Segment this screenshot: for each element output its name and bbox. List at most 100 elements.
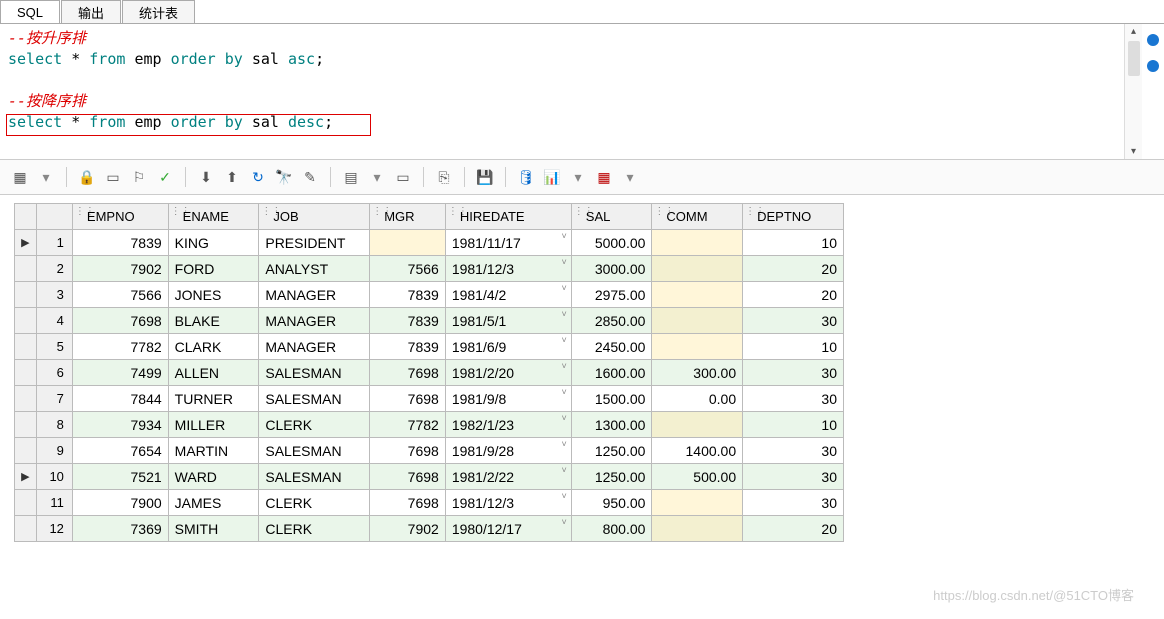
row-marker[interactable]: ▶ [15,230,37,256]
cell-comm[interactable]: 1400.00 [652,438,743,464]
lock-icon[interactable]: 🔒 [77,167,97,187]
cell-deptno[interactable]: 20 [743,516,844,542]
cell-comm[interactable]: 500.00 [652,464,743,490]
cell-comm[interactable] [652,308,743,334]
check-icon[interactable]: ✓ [155,167,175,187]
cell-job[interactable]: CLERK [259,490,370,516]
cell-ename[interactable]: MARTIN [168,438,259,464]
table-row[interactable]: 87934MILLERCLERK77821982/1/231300.0010 [15,412,844,438]
cell-empno[interactable]: 7698 [72,308,168,334]
cell-hiredate[interactable]: 1981/9/28 [445,438,571,464]
cell-mgr[interactable]: 7902 [370,516,446,542]
cell-deptno[interactable]: 10 [743,334,844,360]
cell-deptno[interactable]: 30 [743,308,844,334]
row-marker[interactable] [15,308,37,334]
cell-comm[interactable] [652,516,743,542]
cell-sal[interactable]: 1600.00 [571,360,652,386]
row-icon[interactable]: ▭ [393,167,413,187]
row-marker[interactable] [15,516,37,542]
cell-empno[interactable]: 7521 [72,464,168,490]
column-header[interactable]: ⋮⋮JOB [259,204,370,230]
row-number[interactable]: 9 [36,438,72,464]
cell-sal[interactable]: 2450.00 [571,334,652,360]
row-number[interactable]: 5 [36,334,72,360]
cell-comm[interactable] [652,230,743,256]
row-number[interactable]: 1 [36,230,72,256]
cell-hiredate[interactable]: 1981/12/3 [445,256,571,282]
cell-job[interactable]: SALESMAN [259,438,370,464]
column-header[interactable]: ⋮⋮COMM [652,204,743,230]
row-number[interactable]: 4 [36,308,72,334]
cell-deptno[interactable]: 20 [743,256,844,282]
cell-empno[interactable]: 7839 [72,230,168,256]
link-icon[interactable]: ⎘ [434,167,454,187]
cell-deptno[interactable]: 30 [743,464,844,490]
cell-job[interactable]: PRESIDENT [259,230,370,256]
scroll-thumb[interactable] [1128,41,1140,76]
cell-hiredate[interactable]: 1981/11/17 [445,230,571,256]
cell-hiredate[interactable]: 1981/9/8 [445,386,571,412]
cell-empno[interactable]: 7782 [72,334,168,360]
cell-job[interactable]: SALESMAN [259,386,370,412]
column-header[interactable] [36,204,72,230]
cell-deptno[interactable]: 30 [743,386,844,412]
cell-comm[interactable] [652,490,743,516]
dropdown-icon[interactable]: ▾ [367,167,387,187]
table-row[interactable]: 27902FORDANALYST75661981/12/33000.0020 [15,256,844,282]
column-header[interactable]: ⋮⋮MGR [370,204,446,230]
cell-job[interactable]: MANAGER [259,334,370,360]
cell-ename[interactable]: CLARK [168,334,259,360]
column-header[interactable]: ⋮⋮EMPNO [72,204,168,230]
dropdown-icon[interactable]: ▾ [620,167,640,187]
nav-down-icon[interactable] [1147,60,1159,72]
cell-mgr[interactable]: 7698 [370,490,446,516]
row-marker[interactable] [15,282,37,308]
cell-deptno[interactable]: 10 [743,230,844,256]
row-marker[interactable] [15,360,37,386]
cell-mgr[interactable]: 7698 [370,464,446,490]
cell-mgr[interactable]: 7698 [370,438,446,464]
cell-hiredate[interactable]: 1980/12/17 [445,516,571,542]
editor-scrollbar[interactable]: ▴ ▾ [1124,24,1142,159]
nav-up-icon[interactable] [1147,34,1159,46]
table-row[interactable]: 47698BLAKEMANAGER78391981/5/12850.0030 [15,308,844,334]
cell-sal[interactable]: 1500.00 [571,386,652,412]
document-icon[interactable]: ▭ [103,167,123,187]
cell-job[interactable]: CLERK [259,516,370,542]
cell-hiredate[interactable]: 1981/6/9 [445,334,571,360]
table-row[interactable]: 77844TURNERSALESMAN76981981/9/81500.000.… [15,386,844,412]
row-number[interactable]: 2 [36,256,72,282]
edit-icon[interactable]: ✎ [300,167,320,187]
cell-sal[interactable]: 1300.00 [571,412,652,438]
cell-ename[interactable]: TURNER [168,386,259,412]
scroll-up-icon[interactable]: ▴ [1131,26,1136,37]
row-marker[interactable] [15,438,37,464]
cell-deptno[interactable]: 30 [743,438,844,464]
cell-mgr[interactable]: 7839 [370,282,446,308]
cell-empno[interactable]: 7900 [72,490,168,516]
cell-ename[interactable]: JONES [168,282,259,308]
table-icon[interactable]: ▦ [594,167,614,187]
cell-sal[interactable]: 800.00 [571,516,652,542]
dropdown-icon[interactable]: ▾ [568,167,588,187]
row-marker[interactable] [15,334,37,360]
dropdown-icon[interactable]: ▾ [36,167,56,187]
row-number[interactable]: 7 [36,386,72,412]
cell-sal[interactable]: 1250.00 [571,464,652,490]
cell-deptno[interactable]: 10 [743,412,844,438]
tab-output[interactable]: 输出 [61,0,121,23]
column-header[interactable]: ⋮⋮SAL [571,204,652,230]
cell-sal[interactable]: 1250.00 [571,438,652,464]
row-number[interactable]: 6 [36,360,72,386]
cell-empno[interactable]: 7902 [72,256,168,282]
cell-hiredate[interactable]: 1981/4/2 [445,282,571,308]
row-marker[interactable] [15,386,37,412]
binoculars-icon[interactable]: 🔭 [274,167,294,187]
cell-comm[interactable] [652,334,743,360]
cylinder-icon[interactable]: 🛢 [516,167,536,187]
row-marker[interactable]: ▶ [15,464,37,490]
scroll-down-icon[interactable]: ▾ [1131,146,1136,157]
cell-sal[interactable]: 2975.00 [571,282,652,308]
chart-icon[interactable]: 📊 [542,167,562,187]
cell-job[interactable]: CLERK [259,412,370,438]
